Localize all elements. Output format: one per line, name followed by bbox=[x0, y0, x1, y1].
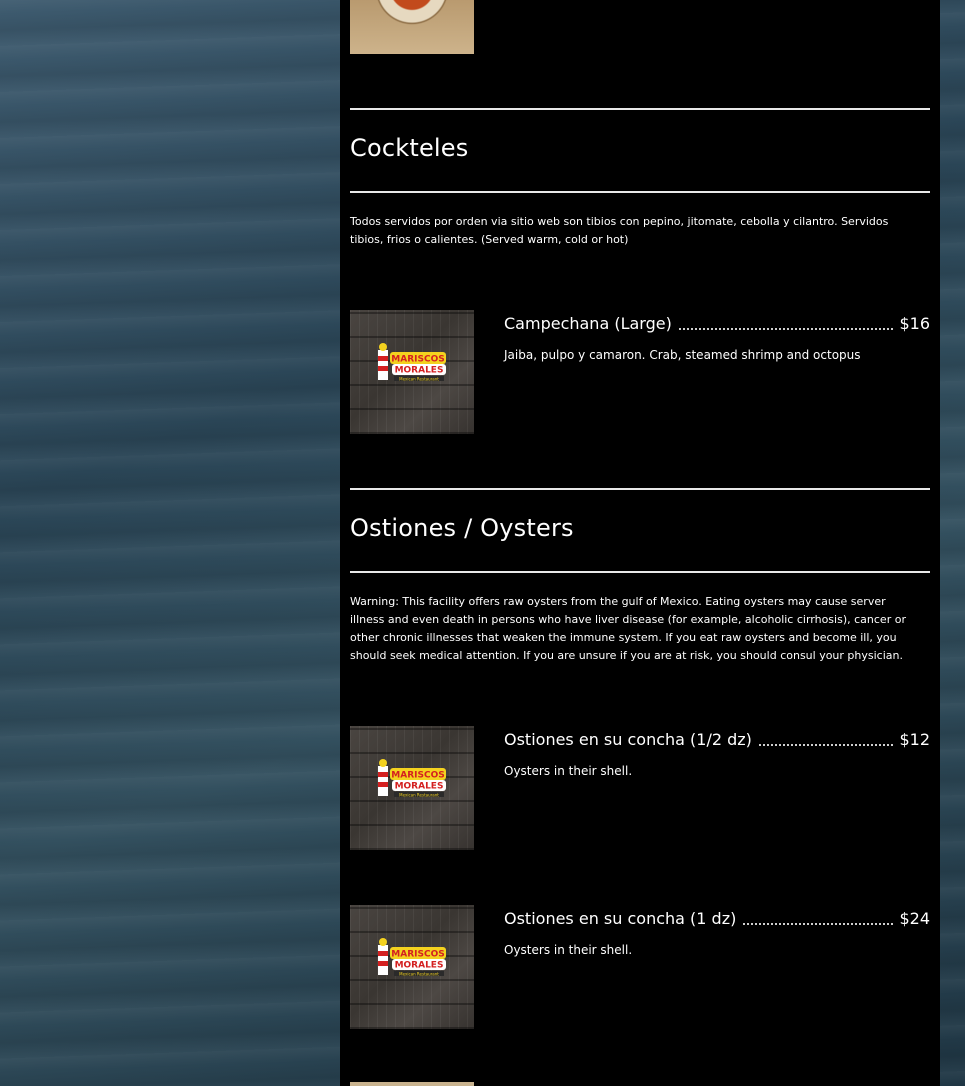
food-plate-image bbox=[364, 0, 460, 40]
item-thumbnail[interactable]: MARISCOS MORALES Mexican Restaurant bbox=[350, 905, 474, 1029]
item-price: $24 bbox=[895, 909, 930, 928]
svg-text:MORALES: MORALES bbox=[395, 961, 444, 971]
section-description: Todos servidos por orden via sitio web s… bbox=[350, 215, 889, 246]
section-divider-top bbox=[350, 488, 930, 490]
menu-panel: Cockteles Todos servidos por orden via s… bbox=[340, 0, 940, 1086]
menu-item[interactable]: MARISCOS MORALES Mexican Restaurant Camp… bbox=[350, 310, 930, 436]
restaurant-logo-icon: MARISCOS MORALES Mexican Restaurant bbox=[378, 938, 446, 977]
svg-text:MORALES: MORALES bbox=[395, 782, 444, 792]
svg-text:MARISCOS: MARISCOS bbox=[391, 950, 444, 960]
svg-text:MARISCOS: MARISCOS bbox=[391, 771, 444, 781]
menu-item[interactable]: MARISCOS MORALES Mexican Restaurant Osti… bbox=[350, 905, 930, 1031]
section-divider-bottom bbox=[350, 571, 930, 573]
item-description: Oysters in their shell. bbox=[504, 943, 633, 957]
section-description: Warning: This facility offers raw oyster… bbox=[350, 595, 906, 662]
restaurant-logo-icon: MARISCOS MORALES Mexican Restaurant bbox=[378, 343, 446, 382]
svg-text:Mexican Restaurant: Mexican Restaurant bbox=[399, 972, 439, 977]
section-divider-bottom bbox=[350, 191, 930, 193]
item-name: Campechana (Large) bbox=[504, 314, 678, 333]
item-description: Oysters in their shell. bbox=[504, 764, 633, 778]
section-title: Cockteles bbox=[350, 134, 469, 162]
menu-item[interactable]: MARISCOS MORALES Mexican Restaurant Osti… bbox=[350, 726, 930, 852]
item-description: Jaiba, pulpo y camaron. Crab, steamed sh… bbox=[504, 348, 861, 362]
section-title: Ostiones / Oysters bbox=[350, 514, 574, 542]
item-name: Ostiones en su concha (1/2 dz) bbox=[504, 730, 758, 749]
item-thumbnail[interactable]: MARISCOS MORALES Mexican Restaurant bbox=[350, 726, 474, 850]
item-price: $12 bbox=[895, 730, 930, 749]
restaurant-logo-icon: MARISCOS MORALES Mexican Restaurant bbox=[378, 759, 446, 798]
svg-text:Mexican Restaurant: Mexican Restaurant bbox=[399, 377, 439, 382]
item-price: $16 bbox=[895, 314, 930, 333]
svg-text:Mexican Restaurant: Mexican Restaurant bbox=[399, 793, 439, 798]
item-thumbnail[interactable]: MARISCOS MORALES Mexican Restaurant bbox=[350, 310, 474, 434]
svg-text:MARISCOS: MARISCOS bbox=[391, 355, 444, 365]
food-photo-thumbnail[interactable] bbox=[350, 0, 474, 54]
next-item-thumbnail[interactable] bbox=[350, 1082, 474, 1086]
section-divider-top bbox=[350, 108, 930, 110]
svg-text:MORALES: MORALES bbox=[395, 366, 444, 376]
item-name: Ostiones en su concha (1 dz) bbox=[504, 909, 743, 928]
